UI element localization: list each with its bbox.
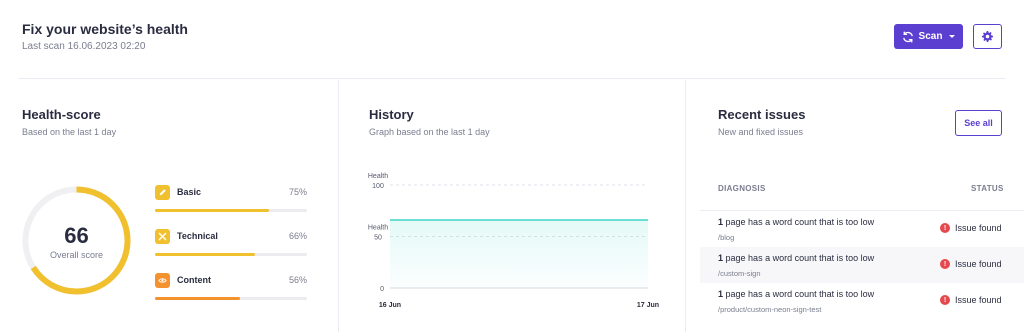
metric-label: Content xyxy=(177,275,211,285)
metric-progress-track xyxy=(155,297,307,300)
recent-issues-title: Recent issues xyxy=(718,107,806,122)
exclamation-icon: ! xyxy=(940,295,950,305)
y-tick-label: 0 xyxy=(380,286,384,293)
header-divider xyxy=(18,78,1006,79)
chevron-down-icon xyxy=(949,35,956,38)
y-axis-title: Health xyxy=(368,173,388,180)
tools-icon xyxy=(155,229,170,244)
metric-progress-track xyxy=(155,253,307,256)
table-row[interactable]: 1 page has a word count that is too low … xyxy=(700,283,1024,319)
exclamation-icon: ! xyxy=(940,259,950,269)
issue-path: /blog xyxy=(718,233,735,242)
status-badge: ! Issue found xyxy=(940,295,1002,305)
status-text: Issue found xyxy=(955,223,1002,233)
scan-button[interactable]: Scan xyxy=(894,24,963,49)
column-divider xyxy=(685,80,686,332)
issue-count: 1 xyxy=(718,217,724,227)
column-header-status: STATUS xyxy=(971,184,1004,193)
issue-path: /product/custom-neon-sign-test xyxy=(718,305,822,314)
metric-percent: 66% xyxy=(288,231,307,241)
status-text: Issue found xyxy=(955,259,1002,269)
issue-diagnosis: 1 page has a word count that is too low xyxy=(718,289,874,299)
issue-count: 1 xyxy=(718,253,724,263)
issue-diagnosis: 1 page has a word count that is too low xyxy=(718,217,874,227)
issue-count: 1 xyxy=(718,289,724,299)
overall-score-label: Overall score xyxy=(49,250,103,260)
issue-diagnosis: 1 page has a word count that is too low xyxy=(718,253,874,263)
metric-percent: 75% xyxy=(288,187,307,197)
metric-progress-track xyxy=(155,209,307,212)
metric-basic: Basic 75% xyxy=(155,185,307,215)
column-header-diagnosis: DIAGNOSIS xyxy=(718,184,766,193)
metric-progress-fill xyxy=(155,253,256,256)
issue-path: /custom-sign xyxy=(718,269,761,278)
metric-label: Basic xyxy=(177,187,202,197)
metric-content: Content 56% xyxy=(155,273,307,303)
table-row[interactable]: 1 page has a word count that is too low … xyxy=(700,247,1024,283)
y-tick-label: 50 xyxy=(374,235,382,242)
metric-progress-fill xyxy=(155,209,269,212)
exclamation-icon: ! xyxy=(940,223,950,233)
y-tick-label: 100 xyxy=(372,183,384,190)
metric-label: Technical xyxy=(177,231,218,241)
column-divider xyxy=(338,80,339,332)
chart-area xyxy=(390,220,648,288)
status-text: Issue found xyxy=(955,295,1002,305)
page-title: Fix your website’s health xyxy=(22,21,188,37)
metric-technical: Technical 66% xyxy=(155,229,307,259)
page-header: Fix your website’s health Last scan 16.0… xyxy=(0,0,1024,80)
eye-icon xyxy=(155,273,170,288)
scan-button-label: Scan xyxy=(918,31,943,42)
recent-issues-subtitle: New and fixed issues xyxy=(718,127,804,137)
last-scan-text: Last scan 16.06.2023 02:20 xyxy=(22,41,146,52)
refresh-icon xyxy=(902,30,913,43)
health-score-subtitle: Based on the last 1 day xyxy=(22,127,117,137)
pencil-icon xyxy=(155,185,170,200)
gear-icon xyxy=(982,31,993,42)
issue-description: page has a word count that is too low xyxy=(725,289,875,299)
status-badge: ! Issue found xyxy=(940,223,1002,233)
metric-percent: 56% xyxy=(288,275,307,285)
metric-progress-fill xyxy=(155,297,241,300)
x-tick-label: 16 Jun xyxy=(379,302,401,309)
table-row[interactable]: 1 page has a word count that is too low … xyxy=(700,211,1024,247)
status-badge: ! Issue found xyxy=(940,259,1002,269)
settings-button[interactable] xyxy=(973,24,1002,49)
history-title: History xyxy=(369,107,414,122)
overall-score-value: 66 xyxy=(64,223,89,248)
health-score-title: Health-score xyxy=(22,107,101,122)
history-chart: 0 Health 50 Health 100 16 Jun 17 Jun xyxy=(368,173,659,309)
x-tick-label: 17 Jun xyxy=(637,302,659,309)
issue-description: page has a word count that is too low xyxy=(725,217,875,227)
issue-description: page has a word count that is too low xyxy=(725,253,875,263)
y-axis-title: Health xyxy=(368,225,388,232)
see-all-button[interactable]: See all xyxy=(955,110,1002,136)
history-subtitle: Graph based on the last 1 day xyxy=(369,127,490,137)
